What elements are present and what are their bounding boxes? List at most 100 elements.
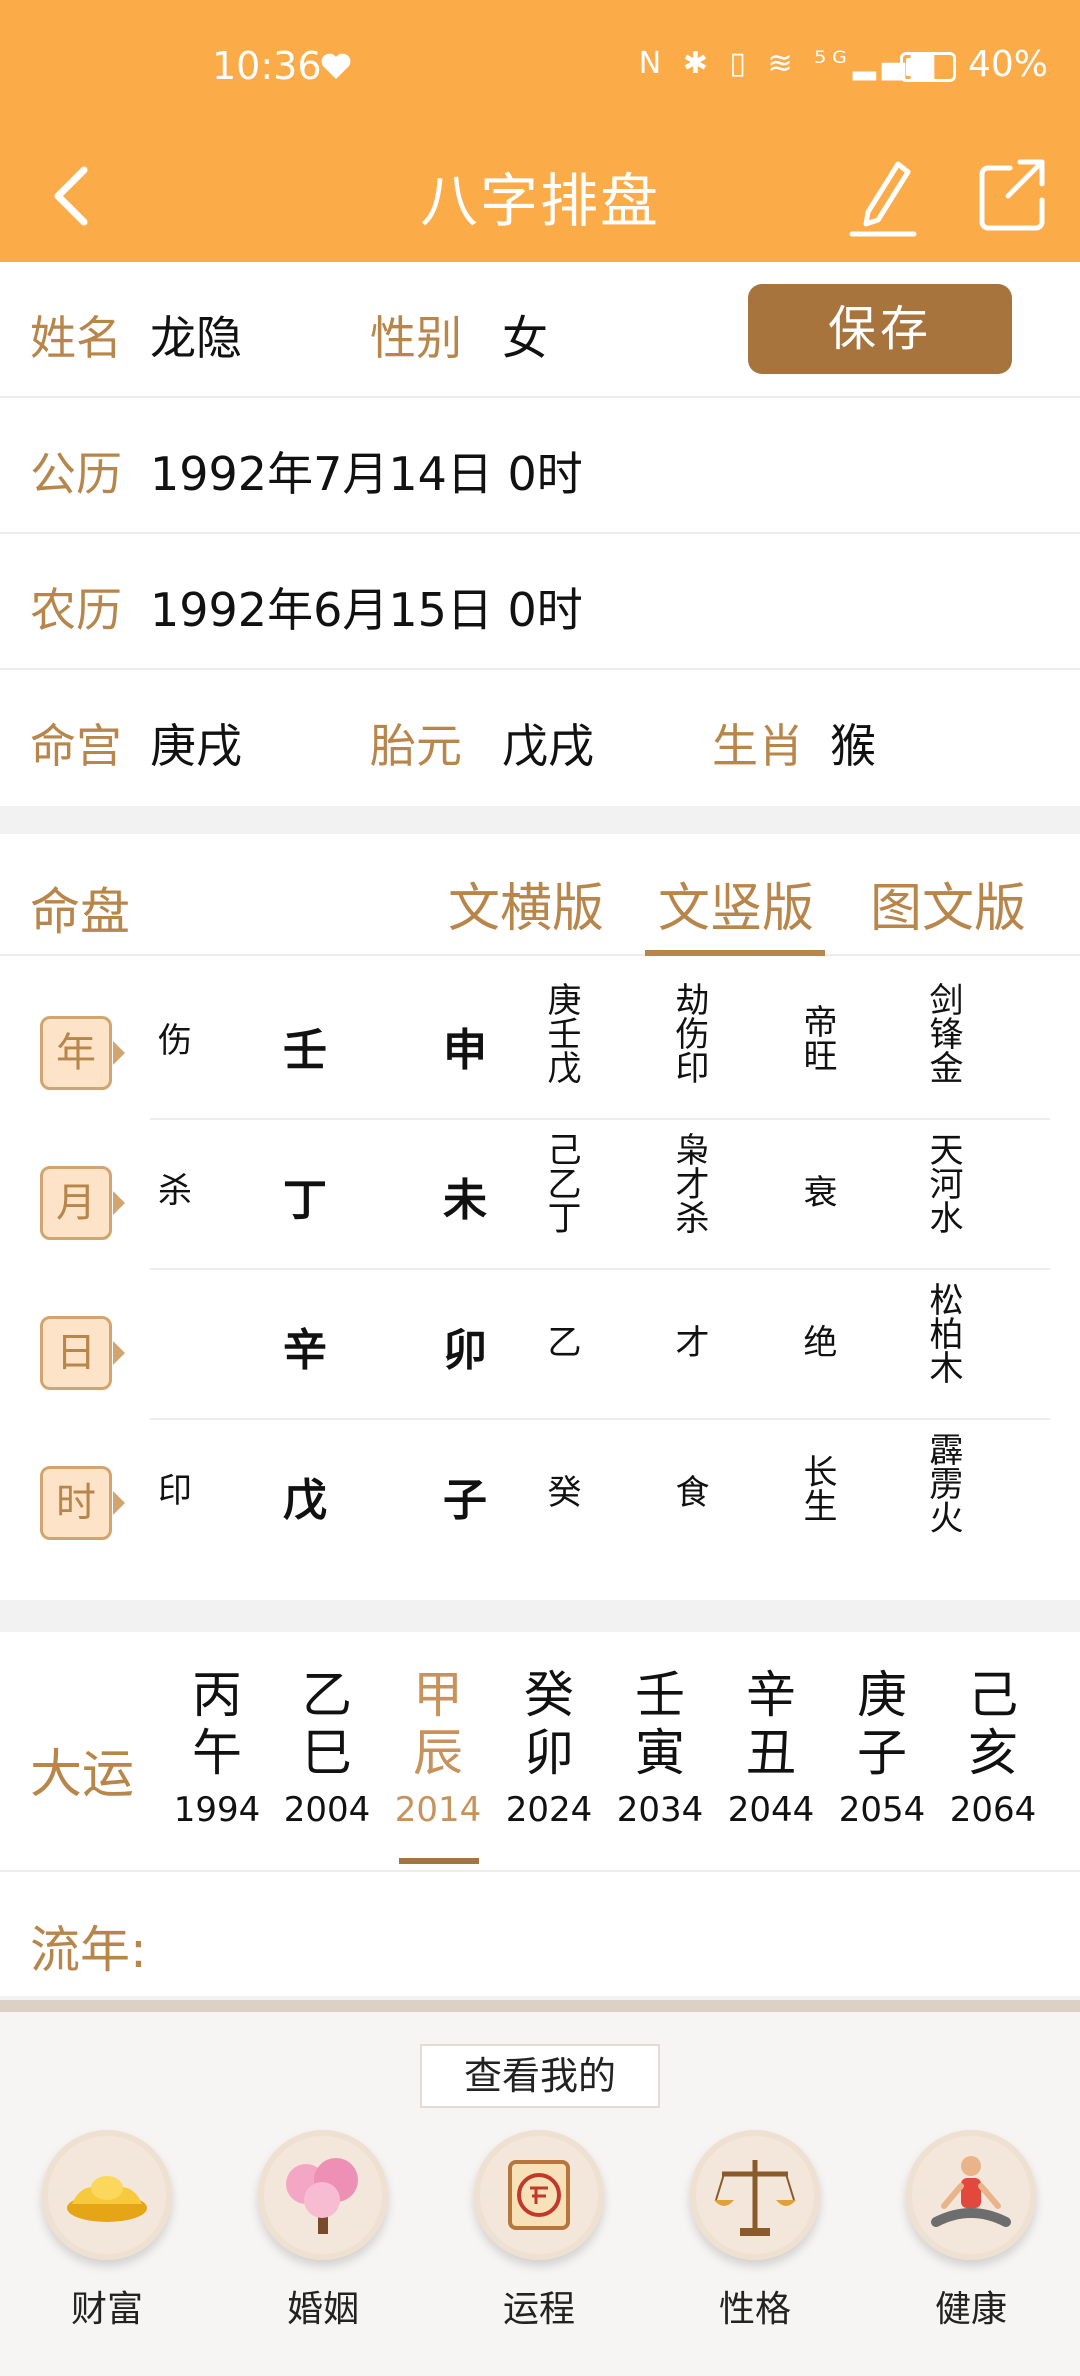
solar-date-row: 公历 1992年7月14日 0时 [0, 398, 1080, 534]
check-mine-label: 查看我的 [420, 2044, 660, 2108]
gender-value: 女 [502, 311, 548, 365]
feature-marriage[interactable]: 婚姻 [248, 2130, 398, 2332]
tab-horizontal-text[interactable]: 文横版 [448, 866, 604, 941]
pillar-row-year: 年 伤 壬 申 庚壬戊 劫伤印 帝旺 剑锋金 [0, 970, 1080, 1120]
dayun-item[interactable]: 己亥 2064 [938, 1666, 1048, 1830]
active-tab-indicator [645, 950, 825, 956]
feature-wealth[interactable]: 财富 [32, 2130, 182, 2332]
share-external-icon[interactable] [976, 154, 1046, 234]
scales-icon [690, 2130, 820, 2260]
minggong-value: 庚戌 [150, 719, 242, 773]
dayun-item[interactable]: 甲辰 2014 [383, 1666, 493, 1830]
pillar-tag: 月 [40, 1166, 125, 1240]
liunian-label: 流年: [30, 1921, 147, 1979]
pillar-phase: 长生 [797, 1454, 837, 1522]
pillar-shishen: 伤 [158, 1021, 192, 1061]
pillar-tag: 时 [40, 1466, 125, 1540]
dayun-item[interactable]: 庚子 2054 [827, 1666, 937, 1830]
status-bar: 10:36 N ✱ ▯ ≋ ⁵ᴳ▂▄▆ 40% [0, 0, 1080, 130]
dayun-panel: 大运 丙午 1994 乙巳 2004 甲辰 2014 癸卯 2024 壬寅 2034 辛丑 2044 庚… [0, 1632, 1080, 1870]
pillar-hidden-stems: 己乙丁 [541, 1132, 581, 1234]
dayun-stem: 丙 [192, 1666, 242, 1724]
feature-label: 健康 [934, 2289, 1007, 2330]
pillar-nayin: 松柏木 [923, 1282, 963, 1384]
edit-pen-icon[interactable] [848, 150, 918, 240]
dayun-branch: 亥 [968, 1724, 1018, 1782]
taiyuan-label: 胎元 [370, 719, 462, 773]
dayun-year: 2014 [394, 1790, 482, 1830]
lunar-date-row: 农历 1992年6月15日 0时 [0, 534, 1080, 670]
minggong-row: 命宫 庚戌 胎元 戊戌 生肖 猴 [0, 670, 1080, 806]
dayun-stem: 己 [968, 1666, 1018, 1724]
dayun-item[interactable]: 癸卯 2024 [494, 1666, 604, 1830]
chart-tabs: 命盘 文横版 文竖版 图文版 [0, 834, 1080, 956]
liunian-row: 流年: [0, 1870, 1080, 1996]
pillar-phase: 绝 [797, 1324, 837, 1358]
pillar-stem: 辛 [283, 1325, 327, 1376]
dayun-year: 2064 [949, 1790, 1037, 1830]
lunar-date-value: 1992年6月15日 0时 [150, 583, 583, 637]
dayun-stem: 庚 [857, 1666, 907, 1724]
dayun-year: 2024 [505, 1790, 593, 1830]
pillar-stem: 壬 [283, 1025, 327, 1076]
pillar-nayin: 剑锋金 [923, 982, 963, 1084]
dayun-branch: 卯 [524, 1724, 574, 1782]
dayun-year: 2054 [838, 1790, 926, 1830]
dayun-item[interactable]: 乙巳 2004 [272, 1666, 382, 1830]
feature-personality[interactable]: 性格 [680, 2130, 830, 2332]
feature-label: 运程 [502, 2289, 575, 2330]
dayun-item[interactable]: 丙午 1994 [162, 1666, 272, 1830]
pillar-shishen: 印 [158, 1471, 192, 1511]
pillar-tag: 日 [40, 1316, 125, 1390]
pillar-row-hour: 时 印 戊 子 癸 食 长生 霹雳火 [0, 1420, 1080, 1570]
pillar-tag: 年 [40, 1016, 125, 1090]
dayun-branch: 丑 [746, 1724, 796, 1782]
name-row: 姓名 龙隐 性别 女 保存 [0, 262, 1080, 398]
zodiac-label: 生肖 [712, 719, 804, 773]
status-time: 10:36 [212, 44, 322, 88]
pillar-nayin: 霹雳火 [923, 1432, 963, 1534]
minggong-label: 命宫 [30, 719, 122, 773]
dayun-item[interactable]: 壬寅 2034 [605, 1666, 715, 1830]
feature-label: 婚姻 [286, 2289, 359, 2330]
dayun-stem: 甲 [413, 1666, 463, 1724]
lunar-label: 农历 [30, 583, 122, 637]
pillar-stem: 丁 [283, 1175, 327, 1226]
dayun-branch: 辰 [413, 1724, 463, 1782]
solar-date-value: 1992年7月14日 0时 [150, 447, 583, 501]
tab-graphic-text[interactable]: 图文版 [870, 866, 1026, 941]
gender-label: 性别 [370, 311, 462, 365]
pillar-phase: 衰 [797, 1174, 837, 1208]
dayun-stem: 壬 [635, 1666, 685, 1724]
dayun-branch: 巳 [302, 1724, 352, 1782]
solar-label: 公历 [30, 447, 122, 501]
zodiac-value: 猴 [830, 719, 876, 773]
dayun-branch: 午 [192, 1724, 242, 1782]
status-indicators: N ✱ ▯ ≋ ⁵ᴳ▂▄▆ [638, 46, 940, 81]
taiyuan-value: 戊戌 [502, 719, 594, 773]
dayun-branch: 寅 [635, 1724, 685, 1782]
feature-health[interactable]: 健康 [896, 2130, 1046, 2332]
dayun-label: 大运 [30, 1745, 135, 1805]
pillar-branch: 申 [443, 1025, 487, 1076]
bottom-sheet: 查看我的 财富 婚姻 运程 性格 健康 [0, 2000, 1080, 2376]
tab-vertical-text[interactable]: 文竖版 [658, 866, 814, 941]
info-panel: 姓名 龙隐 性别 女 保存 公历 1992年7月14日 0时 农历 1992年6… [0, 262, 1080, 806]
dayun-stem: 辛 [746, 1666, 796, 1724]
feature-label: 财富 [70, 2289, 143, 2330]
feature-fortune[interactable]: 运程 [464, 2130, 614, 2332]
fortune-scroll-icon [474, 2130, 604, 2260]
chart-title: 命盘 [30, 883, 130, 941]
pillar-stem: 戊 [283, 1475, 327, 1526]
pillar-nayin: 天河水 [923, 1132, 963, 1234]
save-button[interactable]: 保存 [748, 284, 1012, 374]
battery-icon [900, 52, 956, 82]
name-value: 龙隐 [150, 311, 242, 365]
blossom-tree-icon [258, 2130, 388, 2260]
pillar-shishen: 杀 [158, 1171, 192, 1211]
page-title: 八字排盘 [419, 167, 660, 235]
app-bar: 八字排盘 [0, 130, 1080, 262]
dayun-stem: 乙 [302, 1666, 352, 1724]
pillar-hidden-stems: 癸 [541, 1474, 581, 1508]
dayun-item[interactable]: 辛丑 2044 [716, 1666, 826, 1830]
